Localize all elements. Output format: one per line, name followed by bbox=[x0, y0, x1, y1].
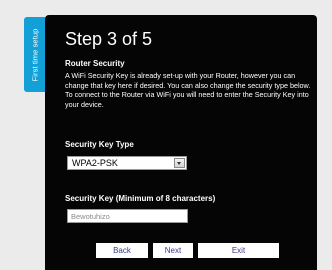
section-title: Router Security bbox=[65, 59, 125, 68]
security-key-type-value: WPA2-PSK bbox=[72, 158, 118, 168]
security-key-type-label: Security Key Type bbox=[65, 140, 134, 149]
exit-button[interactable]: Exit bbox=[198, 243, 279, 258]
first-time-setup-tab: First time setup bbox=[24, 17, 45, 92]
page-title: Step 3 of 5 bbox=[65, 29, 153, 49]
security-key-label: Security Key (Minimum of 8 characters) bbox=[65, 194, 216, 203]
next-button[interactable]: Next bbox=[153, 243, 193, 258]
section-description: A WiFi Security Key is already set-up wi… bbox=[65, 71, 311, 109]
back-button[interactable]: Back bbox=[96, 243, 148, 258]
security-key-input[interactable] bbox=[67, 209, 188, 223]
security-key-type-select[interactable]: WPA2-PSK bbox=[67, 156, 187, 170]
setup-panel: Step 3 of 5 Router Security A WiFi Secur… bbox=[45, 15, 317, 270]
chevron-down-icon[interactable] bbox=[174, 158, 185, 168]
side-tab-label: First time setup bbox=[30, 28, 39, 81]
